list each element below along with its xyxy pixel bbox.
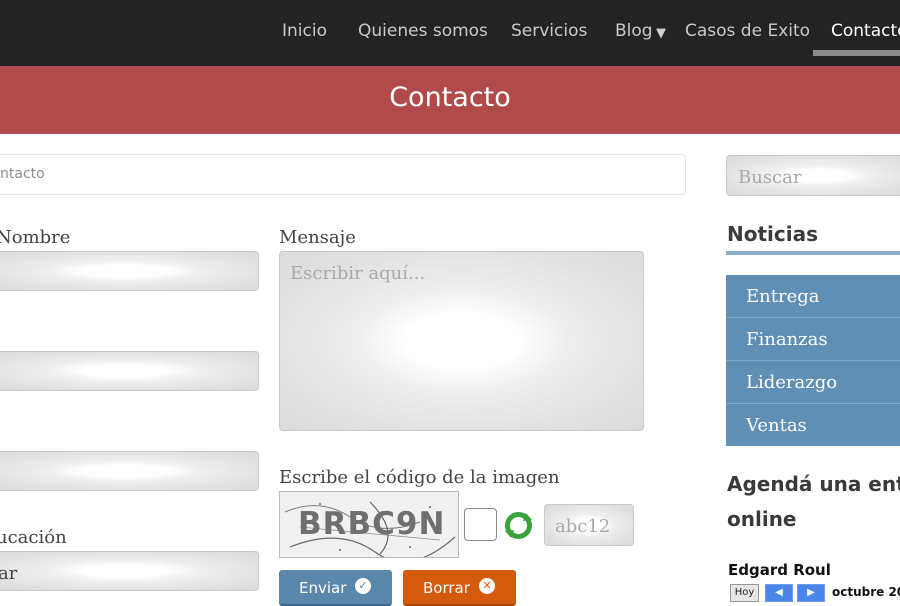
- nav-servicios[interactable]: Servicios: [511, 21, 587, 41]
- page-banner: Contacto: [0, 66, 900, 134]
- subject-field-value: ntacto: [0, 166, 45, 182]
- category-item-finanzas[interactable]: Finanzas: [726, 318, 900, 361]
- calendar-owner-name: Edgard Roul: [728, 561, 831, 579]
- chevron-down-icon[interactable]: ▼: [656, 26, 666, 41]
- chevron-left-icon[interactable]: ◀: [765, 584, 793, 602]
- email-field[interactable]: [0, 351, 259, 391]
- captcha-text: BRBC9N: [298, 506, 446, 542]
- agenda-heading-line2: online: [727, 507, 797, 531]
- category-list: Entrega Finanzas Liderazgo Ventas: [726, 275, 900, 446]
- education-label: ucación: [0, 527, 67, 548]
- close-icon: ✕: [479, 578, 495, 594]
- page-title: Contacto: [389, 82, 511, 113]
- captcha-input-placeholder: abc12: [555, 516, 611, 537]
- calendar-month-label: octubre 20: [832, 585, 900, 599]
- message-placeholder: Escribir aquí...: [290, 263, 426, 284]
- reset-button[interactable]: Borrar ✕: [403, 570, 516, 606]
- category-item-ventas[interactable]: Ventas: [726, 404, 900, 447]
- message-label: Mensaje: [279, 227, 356, 248]
- category-label: Liderazgo: [746, 372, 838, 393]
- active-nav-indicator: [813, 50, 900, 56]
- top-navigation: Inicio Quienes somos Servicios Blog ▼ Ca…: [0, 0, 900, 66]
- nav-inicio[interactable]: Inicio: [282, 21, 327, 41]
- captcha-checkbox[interactable]: [464, 508, 497, 541]
- news-heading-rule: [726, 251, 900, 255]
- category-label: Entrega: [746, 286, 820, 307]
- chevron-right-icon[interactable]: ▶: [797, 584, 825, 602]
- refresh-icon[interactable]: [502, 509, 535, 542]
- reset-button-label: Borrar: [423, 579, 470, 597]
- captcha-image: BRBC9N: [279, 491, 459, 558]
- nav-casos-de-exito[interactable]: Casos de Exito: [685, 21, 810, 41]
- submit-button-label: Enviar: [299, 579, 347, 597]
- captcha-label: Escribe el código de la imagen: [279, 467, 560, 488]
- submit-button[interactable]: Enviar ✓: [279, 570, 392, 606]
- nav-blog[interactable]: Blog: [615, 21, 653, 41]
- name-field[interactable]: [0, 251, 259, 291]
- education-field-value: ar: [0, 563, 18, 584]
- calendar-today-button[interactable]: Hoy: [730, 584, 759, 602]
- nav-quienes-somos[interactable]: Quienes somos: [358, 21, 488, 41]
- category-label: Ventas: [746, 415, 807, 436]
- name-label: Nombre: [0, 227, 71, 248]
- category-item-liderazgo[interactable]: Liderazgo: [726, 361, 900, 404]
- category-item-entrega[interactable]: Entrega: [726, 275, 900, 318]
- check-icon: ✓: [355, 578, 371, 594]
- category-label: Finanzas: [746, 329, 828, 350]
- agenda-heading-line1: Agendá una entr: [727, 472, 900, 496]
- search-placeholder: Buscar: [738, 167, 802, 188]
- phone-field[interactable]: [0, 451, 259, 491]
- subject-field[interactable]: [0, 154, 686, 195]
- news-heading: Noticias: [727, 222, 819, 246]
- nav-contacto[interactable]: Contacto: [831, 21, 900, 41]
- education-field[interactable]: [0, 551, 259, 591]
